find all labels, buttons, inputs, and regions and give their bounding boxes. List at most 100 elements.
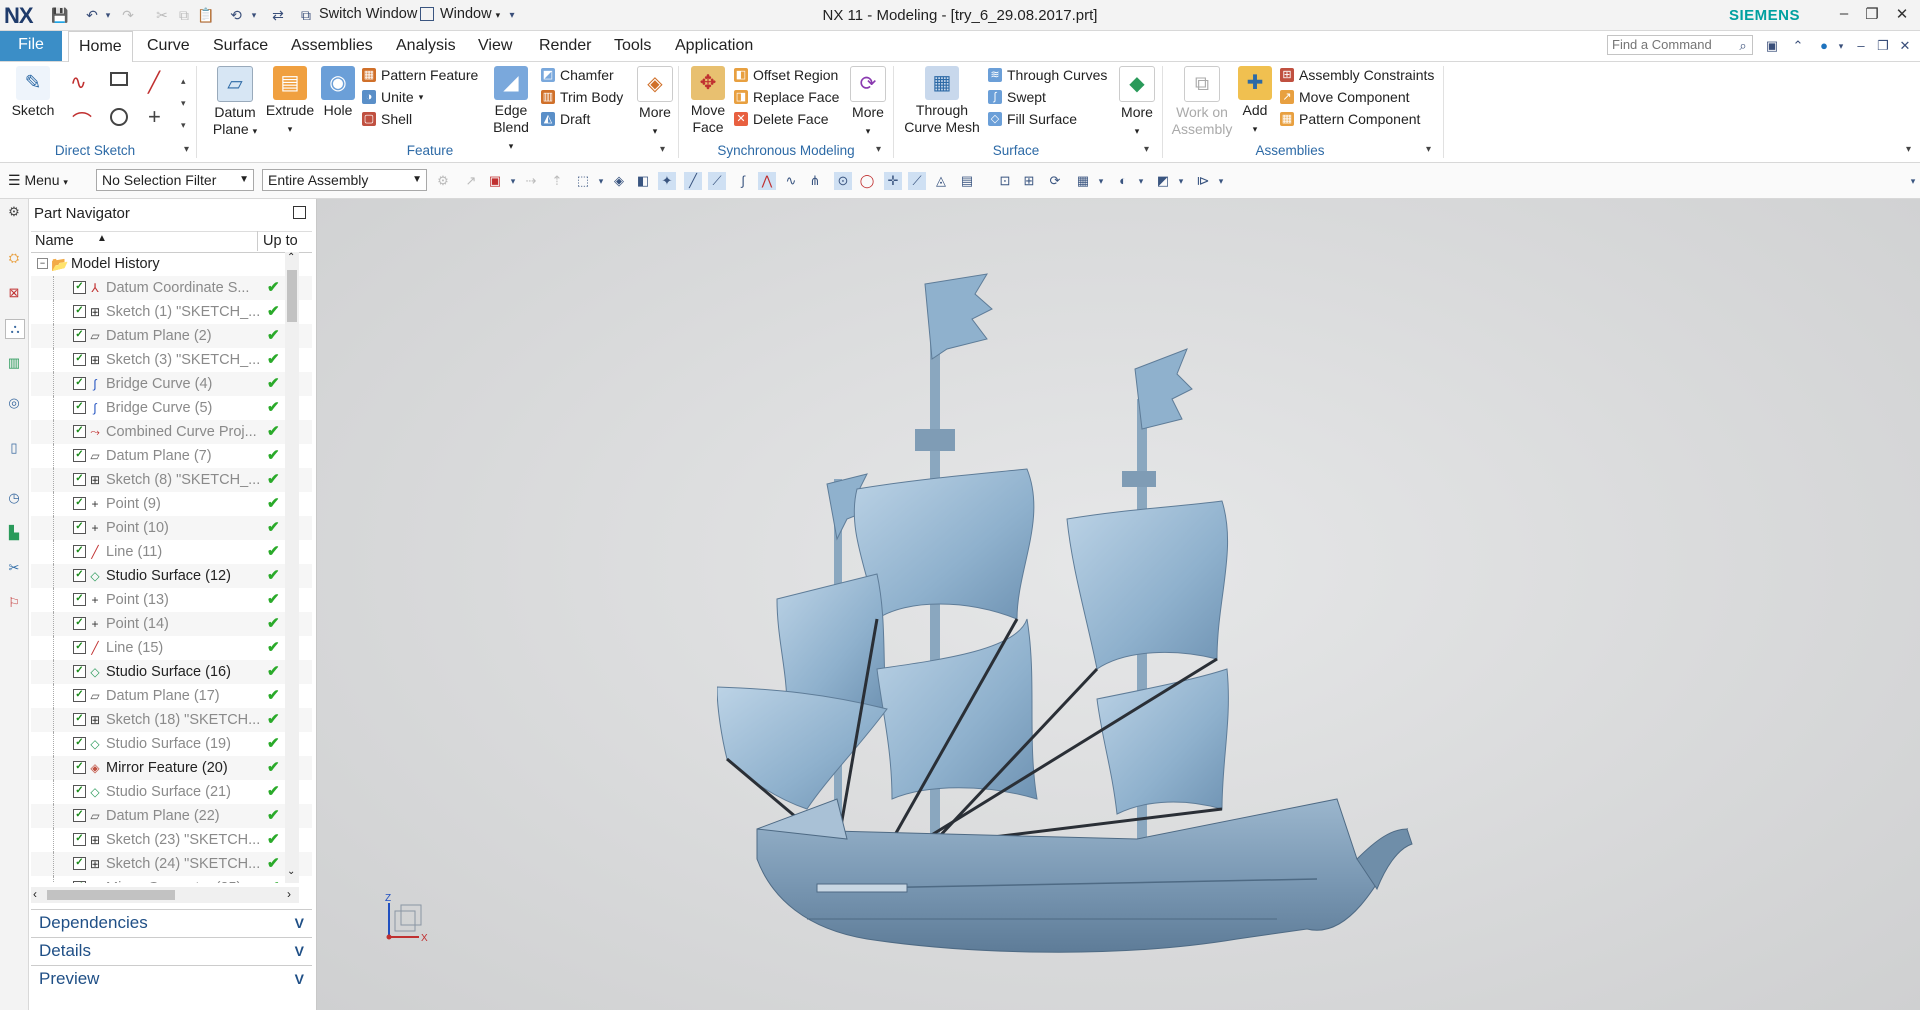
tree-row[interactable]: ✓ ▱ Datum Plane (22) ✔ xyxy=(31,804,312,828)
trim-body-button[interactable]: ▥ Trim Body xyxy=(541,86,631,108)
curve-rule-icon[interactable]: ⋀ xyxy=(758,172,776,190)
tangent-curves-icon[interactable]: ∫ xyxy=(734,172,752,190)
delete-face-button[interactable]: ✕ Delete Face xyxy=(734,108,854,130)
process-studio-icon[interactable]: ✂ xyxy=(5,559,23,577)
find-command-input[interactable] xyxy=(1607,35,1753,55)
suppress-checkbox[interactable]: ✓ xyxy=(73,497,86,510)
edge-blend-button[interactable]: ◢ Edge Blend ▾ xyxy=(490,66,532,155)
navigator-horizontal-scrollbar[interactable]: ‹ › xyxy=(31,887,299,903)
draft-button[interactable]: ◭ Draft xyxy=(541,108,631,130)
tree-row[interactable]: ✓ ▱ Datum Plane (2) ✔ xyxy=(31,324,312,348)
quick-pick-icon[interactable]: ▤ xyxy=(958,172,976,190)
zoom-icon[interactable]: ⊞ xyxy=(1020,172,1038,190)
suppress-checkbox[interactable]: ✓ xyxy=(73,617,86,630)
help-dropdown-icon[interactable]: ▾ xyxy=(1832,37,1850,55)
suppress-checkbox[interactable]: ✓ xyxy=(73,665,86,678)
suppress-checkbox[interactable]: ✓ xyxy=(73,401,86,414)
replace-face-button[interactable]: ◨ Replace Face xyxy=(734,86,854,108)
tree-row[interactable]: ✓ ◇ Studio Surface (19) ✔ xyxy=(31,732,312,756)
tree-row[interactable]: ✓ ∫ Bridge Curve (5) ✔ xyxy=(31,396,312,420)
tree-row[interactable]: ✓ ⊞ Sketch (18) "SKETCH... ✔ xyxy=(31,708,312,732)
selection-scope-dropdown[interactable]: Entire Assembly ▼ xyxy=(262,169,427,191)
hole-button[interactable]: ◉ Hole xyxy=(318,66,358,119)
tree-row[interactable]: ✓ ▱ Datum Plane (7) ✔ xyxy=(31,444,312,468)
constraint-navigator-icon[interactable]: ⊠ xyxy=(5,284,23,302)
sort-ascending-icon[interactable]: ▲ xyxy=(97,233,107,244)
arc-icon[interactable]: ⌒ xyxy=(72,106,92,135)
search-icon[interactable]: ⌕ xyxy=(1734,37,1752,55)
assembly-navigator-icon[interactable]: ⛭ xyxy=(5,249,23,267)
collapse-ribbon-icon[interactable]: ⌃ xyxy=(1789,37,1807,55)
graphics-window[interactable]: Z X xyxy=(317,199,1920,1010)
sketch-button[interactable]: ✎ Sketch xyxy=(8,66,58,119)
doc-restore-icon[interactable]: ❐ xyxy=(1874,37,1892,55)
section-view-icon[interactable]: ⧐ xyxy=(1194,172,1212,190)
sync-modeling-group-menu[interactable]: ▾ xyxy=(876,144,881,155)
circle-icon[interactable] xyxy=(110,108,128,126)
suppress-checkbox[interactable]: ✓ xyxy=(73,329,86,342)
suppress-checkbox[interactable]: ✓ xyxy=(73,473,86,486)
collapse-icon[interactable]: − xyxy=(37,258,48,269)
offset-region-button[interactable]: ◧ Offset Region xyxy=(734,64,854,86)
tree-row[interactable]: ✓ ⊞ Sketch (3) "SKETCH_... ✔ xyxy=(31,348,312,372)
tab-view[interactable]: View xyxy=(468,31,522,61)
navigator-vertical-scrollbar[interactable]: ⌃ ⌄ xyxy=(285,252,299,883)
horizontal-scroll-thumb[interactable] xyxy=(47,890,175,900)
tab-file[interactable]: File xyxy=(0,31,62,61)
fill-surface-button[interactable]: ◇ Fill Surface xyxy=(988,108,1118,130)
history-icon[interactable]: ◷ xyxy=(5,489,23,507)
suppress-checkbox[interactable]: ✓ xyxy=(73,713,86,726)
snap-cross-icon[interactable]: ✛ xyxy=(884,172,902,190)
select-faces-icon[interactable]: ◈ xyxy=(610,172,628,190)
ribbon-options-icon[interactable]: ▾ xyxy=(1906,144,1911,155)
unite-button[interactable]: ◑ Unite ▾ xyxy=(362,86,492,108)
tab-curve[interactable]: Curve xyxy=(137,31,200,61)
scroll-up-icon[interactable]: ⌃ xyxy=(287,252,295,263)
tab-assemblies[interactable]: Assemblies xyxy=(281,31,383,61)
orient-view-icon[interactable]: ▦ xyxy=(1074,172,1092,190)
doc-close-icon[interactable]: ✕ xyxy=(1896,37,1914,55)
sketch-gallery-scroll[interactable]: ▴ ▾ ▾ xyxy=(181,70,186,136)
tab-surface[interactable]: Surface xyxy=(203,31,278,61)
view-triad[interactable]: Z X xyxy=(377,891,437,951)
column-upto-header[interactable]: Up to xyxy=(263,233,298,249)
suppress-checkbox[interactable]: ✓ xyxy=(73,761,86,774)
tree-row[interactable]: ✓◈ Mirror Geometry (25)✔ xyxy=(31,876,312,883)
suppress-checkbox[interactable]: ✓ xyxy=(73,785,86,798)
menu-button[interactable]: ☰ Menu ▾ xyxy=(8,172,68,189)
rotate-view-icon[interactable]: ⟳ xyxy=(1046,172,1064,190)
assemblies-group-menu[interactable]: ▾ xyxy=(1426,144,1431,155)
suppress-checkbox[interactable]: ✓ xyxy=(73,641,86,654)
tree-row[interactable]: ✓ ⊞ Sketch (23) "SKETCH... ✔ xyxy=(31,828,312,852)
work-on-assembly-button[interactable]: ⧉ Work on Assembly xyxy=(1170,66,1234,138)
tree-row[interactable]: ✓ ⊞ Sketch (8) "SKETCH_... ✔ xyxy=(31,468,312,492)
tree-row[interactable]: ✓ ◇ Studio Surface (12) ✔ xyxy=(31,564,312,588)
suppress-checkbox[interactable]: ✓ xyxy=(73,809,86,822)
suppress-checkbox[interactable]: ✓ xyxy=(73,569,86,582)
stop-at-intersection-icon[interactable]: ⋔ xyxy=(806,172,824,190)
restore-button[interactable]: ❐ xyxy=(1858,5,1886,23)
scroll-thumb[interactable] xyxy=(287,270,297,322)
tree-row[interactable]: ✓ ╱ Line (15) ✔ xyxy=(31,636,312,660)
tree-row[interactable]: ✓ ◈ Mirror Feature (20) ✔ xyxy=(31,756,312,780)
suppress-checkbox[interactable]: ✓ xyxy=(73,449,86,462)
chamfer-button[interactable]: ◩ Chamfer xyxy=(541,64,631,86)
web-browser-icon[interactable]: ▯ xyxy=(5,439,23,457)
suppress-checkbox[interactable]: ✓ xyxy=(73,737,86,750)
assembly-constraints-button[interactable]: ⊞ Assembly Constraints xyxy=(1280,64,1450,86)
add-component-button[interactable]: ✚ Add ▾ xyxy=(1236,66,1274,138)
snap-midpoint-icon[interactable]: ◬ xyxy=(932,172,950,190)
tree-row[interactable]: ✓ ╱ Line (11) ✔ xyxy=(31,540,312,564)
scroll-left-icon[interactable]: ‹ xyxy=(33,887,37,901)
through-curve-mesh-button[interactable]: ▦ Through Curve Mesh xyxy=(900,66,984,136)
tree-row[interactable]: ✓ + Point (10) ✔ xyxy=(31,516,312,540)
suppress-checkbox[interactable]: ✓ xyxy=(73,425,86,438)
suppress-checkbox[interactable]: ✓ xyxy=(73,353,86,366)
ship-model[interactable] xyxy=(717,239,1437,969)
tab-home[interactable]: Home xyxy=(68,31,133,63)
toolbar-options-icon[interactable]: ▾ xyxy=(1904,172,1920,190)
show-hide-dropdown-icon[interactable]: ▾ xyxy=(1172,172,1190,190)
scroll-right-icon[interactable]: › xyxy=(287,887,291,901)
system-materials-icon[interactable]: ▙ xyxy=(5,524,23,542)
render-style-dropdown-icon[interactable]: ▾ xyxy=(1132,172,1150,190)
